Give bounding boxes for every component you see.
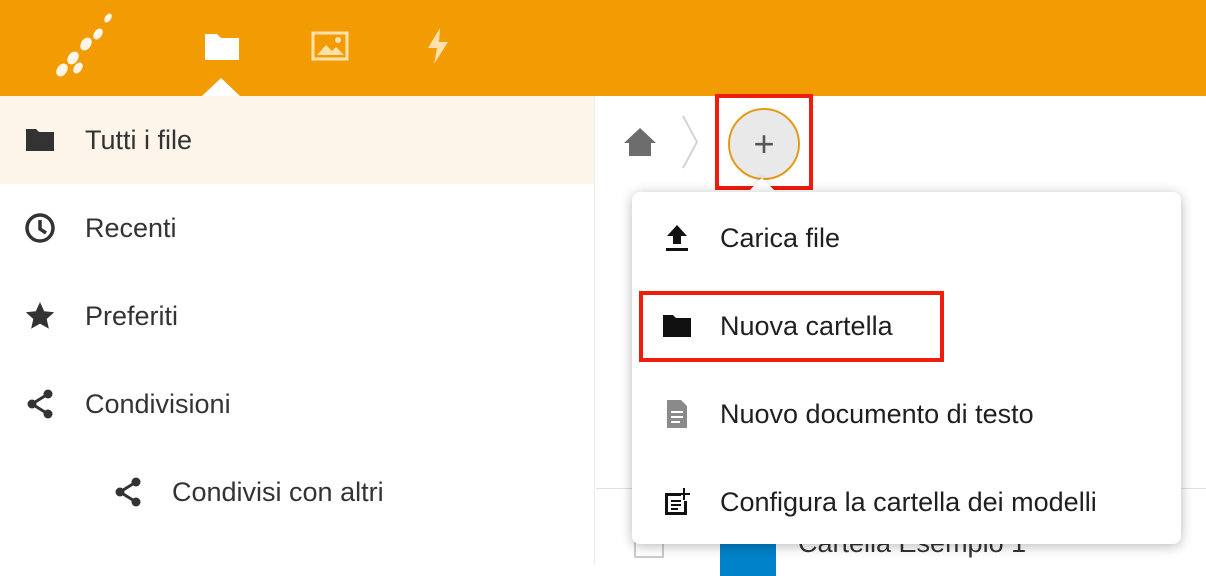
sidebar-item-label: Condivisioni — [85, 388, 231, 419]
breadcrumb-separator-icon — [682, 115, 699, 169]
menu-item-label: Configura la cartella dei modelli — [720, 486, 1097, 517]
sidebar-item-shares[interactable]: Condivisioni — [0, 360, 594, 448]
share-icon — [110, 474, 146, 510]
menu-item-new-text-document[interactable]: Nuovo documento di testo — [632, 370, 1181, 458]
sidebar: Tutti i file Recenti Preferiti Condivisi… — [0, 96, 595, 564]
annotation-highlight-new-button — [715, 94, 813, 190]
document-icon — [660, 397, 694, 431]
folder-icon — [205, 34, 239, 60]
sidebar-item-all-files[interactable]: Tutti i file — [0, 96, 594, 184]
sidebar-item-label: Preferiti — [85, 300, 179, 331]
clock-icon — [22, 210, 58, 246]
upload-icon — [660, 221, 694, 255]
sidebar-item-label: Condivisi con altri — [172, 476, 384, 507]
sidebar-item-label: Tutti i file — [85, 124, 193, 155]
nextcloud-logo-icon[interactable] — [48, 10, 120, 82]
star-icon — [22, 298, 58, 334]
sidebar-item-favorites[interactable]: Preferiti — [0, 272, 594, 360]
active-app-indicator — [202, 78, 240, 96]
activity-app-button[interactable] — [416, 24, 460, 68]
annotation-highlight-new-folder — [639, 291, 944, 362]
menu-item-configure-templates-folder[interactable]: Configura la cartella dei modelli — [632, 458, 1181, 546]
menu-item-upload-file[interactable]: Carica file — [632, 194, 1181, 282]
home-icon[interactable] — [622, 124, 658, 160]
template-icon — [660, 485, 694, 519]
new-menu-popover: Carica file Nuova cartella Nuovo documen… — [632, 192, 1181, 544]
sidebar-item-recent[interactable]: Recenti — [0, 184, 594, 272]
photos-app-button[interactable] — [308, 24, 352, 68]
menu-item-label: Nuovo documento di testo — [720, 398, 1034, 429]
files-app-button[interactable] — [200, 24, 244, 68]
menu-item-label: Carica file — [720, 222, 841, 253]
sidebar-item-label: Recenti — [85, 212, 177, 243]
share-icon — [22, 386, 58, 422]
sidebar-item-shared-with-others[interactable]: Condivisi con altri — [0, 448, 594, 536]
folder-icon — [22, 122, 58, 158]
header-bar — [0, 0, 1206, 96]
image-icon — [311, 31, 349, 61]
lightning-icon — [428, 28, 448, 64]
